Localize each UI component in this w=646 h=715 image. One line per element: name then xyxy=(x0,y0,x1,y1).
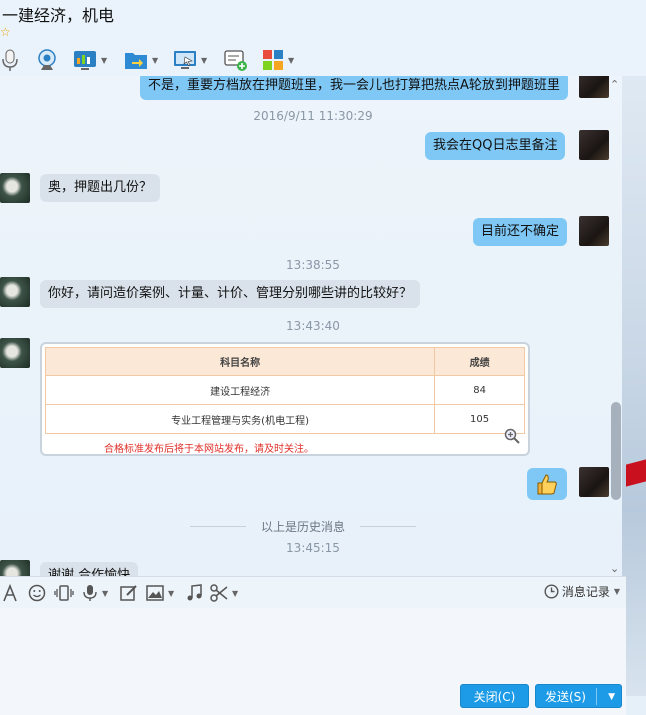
title-bar: 一建经济，机电 ☆ xyxy=(0,0,646,44)
image-icon[interactable]: ▼ xyxy=(146,583,174,603)
chat-title: 一建经济，机电 xyxy=(2,6,115,25)
column-header-score: 成绩 xyxy=(434,347,525,376)
avatar[interactable] xyxy=(0,173,30,203)
avatar[interactable] xyxy=(0,560,30,576)
font-icon[interactable] xyxy=(2,583,18,603)
message-bubble-received: 谢谢 合作愉快 xyxy=(40,562,139,576)
message-bubble-sent xyxy=(527,468,567,500)
avatar[interactable] xyxy=(579,130,609,160)
avatar[interactable] xyxy=(579,216,609,246)
send-split-divider xyxy=(596,688,597,705)
emoji-icon[interactable] xyxy=(28,583,46,603)
apps-icon[interactable]: ▼ xyxy=(262,47,294,73)
vibrate-icon[interactable] xyxy=(54,583,74,603)
timestamp: 2016/9/11 11:30:29 xyxy=(253,109,373,123)
message-history-label: 消息记录 xyxy=(561,585,610,599)
scroll-up-icon[interactable]: ⌃ xyxy=(610,78,619,91)
send-button-label: 发送(S) xyxy=(545,690,586,704)
message-bubble-sent: 我会在QQ日志里备注 xyxy=(425,132,566,160)
message-bubble-sent: 不是，重要方档放在押题班里，我一会儿也打算把热点A轮放到押题班里 xyxy=(140,76,568,100)
table-row: 专业工程管理与实务(机电工程) 105 xyxy=(44,404,525,434)
avatar[interactable] xyxy=(579,76,609,98)
message-history-button[interactable]: 消息记录 ▼ xyxy=(544,583,620,600)
chat-history[interactable]: 不是，重要方档放在押题班里，我一会儿也打算把热点A轮放到押题班里 2016/9/… xyxy=(0,76,626,576)
close-button[interactable]: 关闭(C) xyxy=(460,684,529,708)
history-divider: 以上是历史消息 xyxy=(190,518,416,535)
image-message[interactable]: 科目名称 成绩 建设工程经济 84 专业工程管理与实务(机电工程) 105 合格… xyxy=(40,342,530,456)
thumbs-up-icon xyxy=(537,474,557,495)
file-transfer-icon[interactable]: ▼ xyxy=(124,47,158,73)
input-toolbar: ▼ ▼ ▼ 消息记录 ▼ xyxy=(0,576,626,608)
voice-icon[interactable]: ▼ xyxy=(82,583,108,603)
table-note: 合格标准发布后将于本网站发布，请及时关注。 xyxy=(104,444,314,455)
zoom-icon[interactable] xyxy=(504,428,520,448)
avatar[interactable] xyxy=(0,338,30,368)
avatar[interactable] xyxy=(0,277,30,307)
send-button[interactable]: 发送(S) ▼ xyxy=(535,684,622,708)
clock-icon xyxy=(544,584,559,599)
timestamp: 13:43:40 xyxy=(286,319,340,333)
avatar[interactable] xyxy=(579,467,609,497)
chat-toolbar: ▼ ▼ ▼ ▼ xyxy=(0,44,646,76)
screen-share-icon[interactable]: ▼ xyxy=(73,47,107,73)
score-cell: 84 xyxy=(434,375,525,405)
microphone-icon[interactable] xyxy=(0,47,20,73)
remote-desktop-icon[interactable]: ▼ xyxy=(173,47,207,73)
chat-scrollbar[interactable] xyxy=(611,402,621,500)
subject-cell: 专业工程管理与实务(机电工程) xyxy=(44,404,436,434)
scissors-icon[interactable]: ▼ xyxy=(210,583,238,603)
message-input[interactable] xyxy=(0,608,626,715)
star-icon: ☆ xyxy=(0,25,11,39)
music-icon[interactable] xyxy=(186,583,202,603)
scroll-down-icon[interactable]: ⌄ xyxy=(610,562,619,575)
message-bubble-received: 奥，押题出几份？ xyxy=(40,174,161,202)
table-row: 建设工程经济 84 xyxy=(44,375,525,405)
timestamp: 13:45:15 xyxy=(286,541,340,555)
column-header-subject: 科目名称 xyxy=(44,347,436,376)
send-options-icon[interactable]: ▼ xyxy=(608,685,615,709)
message-bubble-sent: 目前还不确定 xyxy=(473,218,568,246)
edit-icon[interactable] xyxy=(120,583,138,603)
message-bubble-received: 你好，请问造价案例、计量、计价、管理分别哪些讲的比较好？ xyxy=(40,280,421,308)
webcam-icon[interactable] xyxy=(36,47,58,73)
message-add-icon[interactable] xyxy=(224,47,248,73)
timestamp: 13:38:55 xyxy=(286,258,340,272)
score-table: 科目名称 成绩 建设工程经济 84 专业工程管理与实务(机电工程) 105 xyxy=(44,347,525,434)
subject-cell: 建设工程经济 xyxy=(44,375,436,405)
